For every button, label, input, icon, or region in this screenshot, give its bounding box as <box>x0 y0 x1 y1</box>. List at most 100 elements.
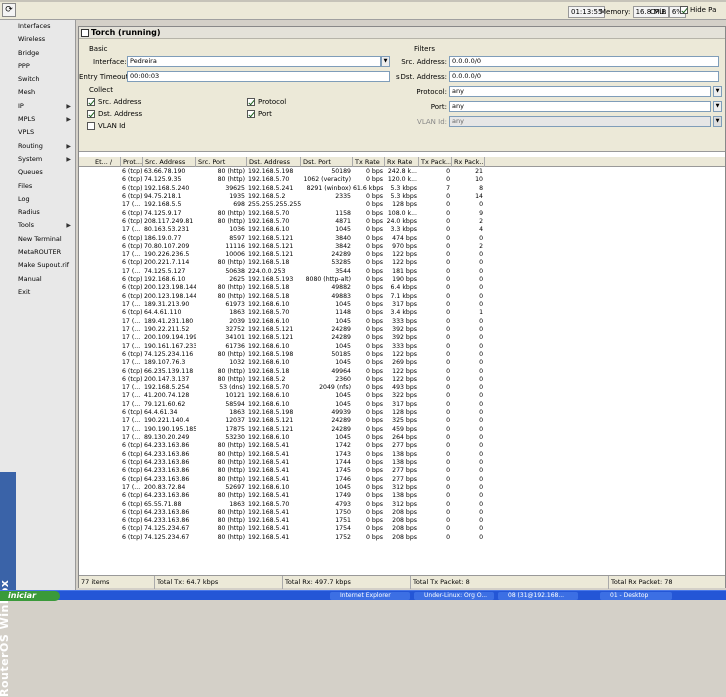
sidebar-item-files[interactable]: Files <box>0 180 75 193</box>
sidebar-item-system[interactable]: System ▶ <box>0 153 75 166</box>
table-row[interactable]: 17 (... 80.163.53.231 1036 192.168.6.10 1045… <box>79 226 725 234</box>
hide-passwords-toggle[interactable]: Hide Pa <box>680 6 716 14</box>
column-header[interactable]: Et... / <box>93 157 121 167</box>
sidebar-item-mpls[interactable]: MPLS ▶ <box>0 113 75 126</box>
table-row[interactable]: 6 (tcp) 74.125.9.35 80 (http) 192.168.5.70 1… <box>79 176 725 184</box>
table-row[interactable]: 17 (... 189.31.213.90 61973 192.168.6.10 104… <box>79 301 725 309</box>
sidebar-item-queues[interactable]: Queues <box>0 166 75 179</box>
table-row[interactable]: 17 (... 192.168.5.254 53 (dns) 192.168.5.70… <box>79 384 725 392</box>
table-row[interactable]: 6 (tcp) 74.125.234.116 80 (http) 192.168.5.… <box>79 351 725 359</box>
table-row[interactable]: 6 (tcp) 200.147.3.137 80 (http) 192.168.5.2… <box>79 376 725 384</box>
column-header[interactable]: Dst. Address <box>247 157 301 167</box>
sidebar-item-switch[interactable]: Switch <box>0 73 75 86</box>
table-row[interactable]: 17 (... 190.190.195.185 17875 192.168.5.121… <box>79 426 725 434</box>
table-row[interactable]: 6 (tcp) 200.221.7.114 80 (http) 192.168.5.1… <box>79 259 725 267</box>
column-header[interactable]: Dst. Port <box>301 157 353 167</box>
sidebar-item-ip[interactable]: IP ▶ <box>0 100 75 113</box>
table-row[interactable]: 6 (tcp) 192.168.5.240 39625 192.168.5.241 82… <box>79 185 725 193</box>
torch-table: Et... / Prot... Src. Address Src. Port Dst. … <box>79 151 725 575</box>
interface-select[interactable]: Pedreira <box>127 56 381 67</box>
filter-port-select[interactable]: any <box>449 101 711 112</box>
filter-dst-input[interactable]: 0.0.0.0/0 <box>449 71 719 82</box>
table-row[interactable]: 17 (... 192.168.5.5 698 255.255.255.255 0 bp… <box>79 201 725 209</box>
taskbar-task[interactable]: 08 (31@192.168... <box>498 592 578 600</box>
sidebar-item-new-terminal[interactable]: New Terminal <box>0 233 75 246</box>
table-row[interactable]: 6 (tcp) 192.168.6.10 2625 192.168.5.193 8080… <box>79 276 725 284</box>
column-header[interactable]: Rx Rate <box>385 157 419 167</box>
table-row[interactable]: 17 (... 200.83.72.84 52697 192.168.6.10 1045… <box>79 484 725 492</box>
table-row[interactable]: 17 (... 190.22.211.52 32752 192.168.5.121 24… <box>79 326 725 334</box>
table-row[interactable]: 6 (tcp) 64.233.163.86 80 (http) 192.168.5.4… <box>79 509 725 517</box>
sidebar-item-mesh[interactable]: Mesh <box>0 86 75 99</box>
table-row[interactable]: 6 (tcp) 70.80.107.209 11116 192.168.5.121 38… <box>79 243 725 251</box>
table-row[interactable]: 6 (tcp) 200.123.198.144 80 (http) 192.168.5… <box>79 293 725 301</box>
table-row[interactable]: 17 (... 190.226.236.5 10006 192.168.5.121 24… <box>79 251 725 259</box>
table-row[interactable]: 6 (tcp) 64.233.163.86 80 (http) 192.168.5.4… <box>79 476 725 484</box>
table-row[interactable]: 17 (... 74.125.5.127 50638 224.0.0.253 3544 0… <box>79 268 725 276</box>
entry-timeout-input[interactable]: 00:00:03 <box>127 71 390 82</box>
table-row[interactable]: 6 (tcp) 63.66.78.190 80 (http) 192.168.5.19… <box>79 168 725 176</box>
column-header[interactable]: Src. Address <box>143 157 196 167</box>
sidebar-item-metarouter[interactable]: MetaROUTER <box>0 246 75 259</box>
table-row[interactable]: 6 (tcp) 186.19.0.77 8597 192.168.5.121 3840 0… <box>79 235 725 243</box>
refresh-button[interactable]: ⟳ <box>2 3 16 17</box>
table-row[interactable]: 6 (tcp) 74.125.234.67 80 (http) 192.168.5.4… <box>79 534 725 542</box>
table-row[interactable]: 6 (tcp) 65.55.71.88 1863 192.168.5.70 4793 0 … <box>79 501 725 509</box>
table-row[interactable]: 6 (tcp) 64.233.163.86 80 (http) 192.168.5.4… <box>79 459 725 467</box>
sidebar-item-vpls[interactable]: VPLS <box>0 126 75 139</box>
filter-protocol-select[interactable]: any <box>449 86 711 97</box>
table-row[interactable]: 17 (... 189.41.231.180 2039 192.168.6.10 104… <box>79 318 725 326</box>
sidebar-item-exit[interactable]: Exit <box>0 286 75 299</box>
interface-dropdown-button[interactable]: ▼ <box>381 56 390 67</box>
taskbar-task[interactable]: 01 - Desktop <box>600 592 672 600</box>
collect-protocol-checkbox[interactable] <box>247 98 255 106</box>
table-cell: 0 bps <box>366 267 383 275</box>
collect-dst-address-checkbox[interactable] <box>87 110 95 118</box>
collect-port-checkbox[interactable] <box>247 110 255 118</box>
table-row[interactable]: 17 (... 200.109.194.199 34101 192.168.5.121… <box>79 334 725 342</box>
table-row[interactable]: 17 (... 189.107.76.3 1032 192.168.6.10 1045 0… <box>79 359 725 367</box>
sidebar-item-log[interactable]: Log <box>0 193 75 206</box>
sidebar-item-radius[interactable]: Radius <box>0 206 75 219</box>
column-header[interactable]: Tx Rate <box>353 157 385 167</box>
sidebar-item-make-supout-rif[interactable]: Make Supout.rif <box>0 259 75 272</box>
port-dropdown-button[interactable]: ▼ <box>713 101 722 112</box>
sidebar-item-tools[interactable]: Tools ▶ <box>0 219 75 232</box>
sidebar-item-ppp[interactable]: PPP <box>0 60 75 73</box>
table-row[interactable]: 6 (tcp) 64.233.163.86 80 (http) 192.168.5.4… <box>79 467 725 475</box>
table-row[interactable]: 6 (tcp) 208.117.249.81 80 (http) 192.168.5.… <box>79 218 725 226</box>
table-row[interactable]: 6 (tcp) 64.233.163.86 80 (http) 192.168.5.4… <box>79 451 725 459</box>
table-row[interactable]: 6 (tcp) 64.233.163.86 80 (http) 192.168.5.4… <box>79 517 725 525</box>
sidebar-item-manual[interactable]: Manual <box>0 273 75 286</box>
sidebar-item-bridge[interactable]: Bridge <box>0 47 75 60</box>
sidebar-item-routing[interactable]: Routing ▶ <box>0 140 75 153</box>
table-row[interactable]: 6 (tcp) 74.125.9.17 80 (http) 192.168.5.70 1… <box>79 210 725 218</box>
table-cell: 128 bps <box>392 201 417 209</box>
collect-src-address-checkbox[interactable] <box>87 98 95 106</box>
table-row[interactable]: 6 (tcp) 64.4.61.110 1863 192.168.5.70 1148 0 … <box>79 309 725 317</box>
table-row[interactable]: 6 (tcp) 94.75.218.1 1935 192.168.5.2 2335 0 b… <box>79 193 725 201</box>
column-header[interactable]: Tx Pack... <box>419 157 452 167</box>
table-cell: 2625 <box>229 276 245 284</box>
table-row[interactable]: 6 (tcp) 64.233.163.86 80 (http) 192.168.5.4… <box>79 492 725 500</box>
taskbar-task[interactable]: Under-Linux: Org O... <box>414 592 494 600</box>
sidebar-item-interfaces[interactable]: Interfaces <box>0 20 75 33</box>
table-row[interactable]: 6 (tcp) 64.4.61.34 1863 192.168.5.198 49939 0… <box>79 409 725 417</box>
column-header[interactable]: Src. Port <box>196 157 247 167</box>
table-row[interactable]: 17 (... 79.121.60.62 58594 192.168.6.10 1045… <box>79 401 725 409</box>
taskbar-task[interactable]: Internet Explorer <box>330 592 410 600</box>
table-row[interactable]: 6 (tcp) 66.235.139.118 80 (http) 192.168.5.… <box>79 368 725 376</box>
column-header[interactable]: Rx Pack... <box>452 157 485 167</box>
table-row[interactable]: 6 (tcp) 74.125.234.67 80 (http) 192.168.5.4… <box>79 525 725 533</box>
table-row[interactable]: 6 (tcp) 64.233.163.86 80 (http) 192.168.5.4… <box>79 442 725 450</box>
table-row[interactable]: 17 (... 89.130.20.249 53230 192.168.6.10 104… <box>79 434 725 442</box>
protocol-dropdown-button[interactable]: ▼ <box>713 86 722 97</box>
table-row[interactable]: 17 (... 190.161.167.233 61736 192.168.6.10 1… <box>79 343 725 351</box>
sidebar-item-wireless[interactable]: Wireless <box>0 33 75 46</box>
column-header[interactable]: Prot... <box>121 157 143 167</box>
table-row[interactable]: 6 (tcp) 200.123.198.144 80 (http) 192.168.5… <box>79 284 725 292</box>
table-row[interactable]: 17 (... 190.221.140.4 12037 192.168.5.121 24… <box>79 417 725 425</box>
table-row[interactable]: 17 (... 41.200.74.128 10121 192.168.6.10 104… <box>79 392 725 400</box>
collect-vlan-id-checkbox[interactable] <box>87 122 95 130</box>
filter-src-input[interactable]: 0.0.0.0/0 <box>449 56 719 67</box>
